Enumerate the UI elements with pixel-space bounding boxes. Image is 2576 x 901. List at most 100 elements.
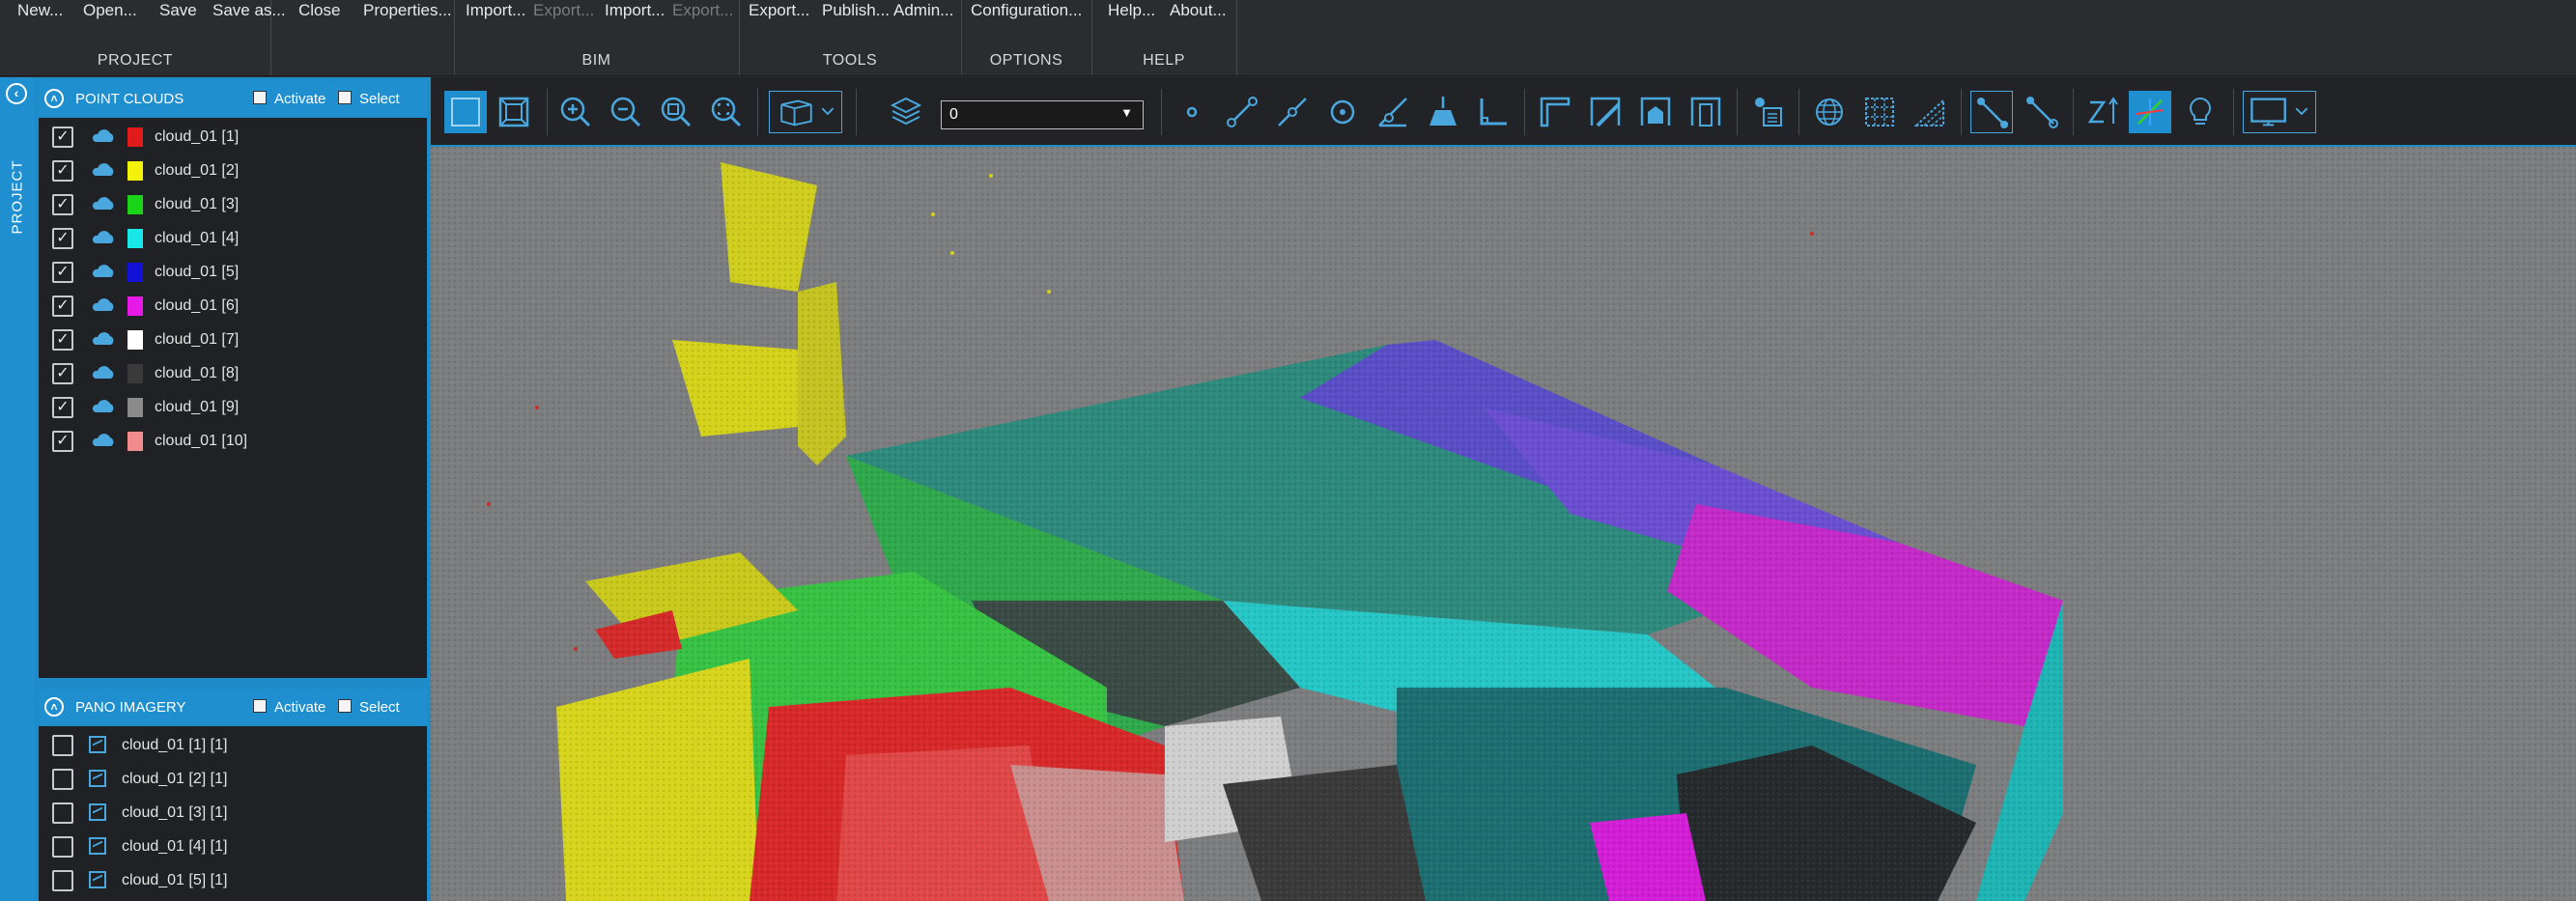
point-cloud-row[interactable]: ✓ cloud_01 [6] [39,289,427,323]
point-cloud-checkbox[interactable]: ✓ [52,397,73,418]
pano-row[interactable]: cloud_01 [4] [1] [39,830,427,863]
layer-dropdown[interactable]: 0 ▼ [941,100,1144,129]
project-side-tab[interactable]: ‹ PROJECT [0,77,35,901]
point-clouds-select-checkbox[interactable] [338,91,352,104]
point-cloud-row[interactable]: ✓ cloud_01 [5] [39,255,427,289]
ribbon-group-options: Configuration... OPTIONS [961,0,1092,75]
wall-icon[interactable] [1534,91,1576,133]
point-cloud-row[interactable]: ✓ cloud_01 [1] [39,120,427,154]
point-cloud-checkbox[interactable]: ✓ [52,228,73,249]
point-cloud-checkbox[interactable]: ✓ [52,431,73,452]
terrain-icon[interactable] [1909,91,1951,133]
sphere-mesh-icon[interactable] [1808,91,1851,133]
properties-button[interactable]: Properties... [363,0,452,21]
lightbulb-icon[interactable] [2179,91,2222,133]
zoom-out-icon[interactable] [605,91,647,133]
pano-checkbox[interactable] [52,735,73,756]
pano-row[interactable]: cloud_01 [3] [1] [39,796,427,830]
pillar-icon[interactable] [1684,91,1727,133]
zoom-in-icon[interactable] [554,91,597,133]
pano-imagery-header: ˄ PANO IMAGERY Activate Select [39,690,427,724]
point-cloud-row[interactable]: ✓ cloud_01 [2] [39,154,427,187]
point-cloud-checkbox[interactable]: ✓ [52,262,73,283]
point-cloud-row[interactable]: ✓ cloud_01 [9] [39,390,427,424]
fit-frame-icon[interactable] [493,91,535,133]
zoom-window-icon[interactable] [655,91,697,133]
axes-icon[interactable] [2129,91,2171,133]
snap-segment-icon[interactable] [2021,91,2063,133]
grid-icon[interactable] [1858,91,1901,133]
point-cloud-row[interactable]: ✓ cloud_01 [3] [39,187,427,221]
point-cloud-checkbox[interactable]: ✓ [52,194,73,215]
pano-name: cloud_01 [1] [1] [122,737,228,753]
point-cloud-checkbox[interactable]: ✓ [52,296,73,317]
pano-row[interactable]: cloud_01 [5] [1] [39,863,427,897]
point-cloud-viewport[interactable] [431,147,2576,901]
circle-icon[interactable] [1321,91,1364,133]
publish-button[interactable]: Publish... [822,0,890,21]
collapse-pano-imagery-icon[interactable]: ˄ [44,697,64,717]
wall-corner-icon[interactable] [1584,91,1627,133]
cloud-color-swatch[interactable] [127,127,143,147]
pano-checkbox[interactable] [52,769,73,790]
ribbon-group-project: New... Open... Save Save as... PROJECT [0,0,286,75]
tools-export-button[interactable]: Export... [749,0,809,21]
cloud-color-swatch[interactable] [127,398,143,417]
ribbon-group-bim: Import... Export... Import... Export... … [454,0,740,75]
point-cloud-row[interactable]: ✓ cloud_01 [8] [39,356,427,390]
save-as-button[interactable]: Save as... [212,0,286,21]
pano-row[interactable]: cloud_01 [2] [1] [39,762,427,796]
model-tree-icon[interactable] [1746,91,1789,133]
corner-icon[interactable] [1472,91,1514,133]
point-clouds-activate-checkbox[interactable] [253,91,267,104]
point-cloud-row[interactable]: ✓ cloud_01 [4] [39,221,427,255]
point-cloud-checkbox[interactable]: ✓ [52,363,73,384]
pano-activate-checkbox[interactable] [253,699,267,713]
select-tool-icon[interactable] [444,91,487,133]
pano-checkbox[interactable] [52,802,73,824]
polyline-icon[interactable] [1271,91,1314,133]
pano-checkbox[interactable] [52,836,73,858]
admin-button[interactable]: Admin... [893,0,953,21]
collapse-panel-icon[interactable]: ‹ [6,83,27,104]
pano-checkbox[interactable] [52,870,73,891]
line-icon[interactable] [1221,91,1263,133]
close-button[interactable]: Close [298,0,340,21]
cloud-color-swatch[interactable] [127,296,143,316]
cloud-color-swatch[interactable] [127,432,143,451]
save-button[interactable]: Save [159,0,197,21]
point-cloud-row[interactable]: ✓ cloud_01 [7] [39,323,427,356]
zoom-extents-icon[interactable] [705,91,748,133]
display-icon[interactable] [2243,91,2316,133]
point-icon[interactable] [1171,91,1213,133]
point-cloud-name: cloud_01 [7] [155,331,240,348]
bim-import-button[interactable]: Import... [466,0,525,21]
cloud-color-swatch[interactable] [127,330,143,350]
cloud-color-swatch[interactable] [127,263,143,282]
cloud-color-swatch[interactable] [127,195,143,214]
elevation-icon[interactable] [1422,91,1464,133]
view-cube-icon[interactable] [769,91,842,133]
point-cloud-row[interactable]: ✓ cloud_01 [10] [39,424,427,458]
z-axis-icon[interactable] [2082,91,2125,133]
cloud-color-swatch[interactable] [127,229,143,248]
about-button[interactable]: About... [1170,0,1227,21]
point-cloud-checkbox[interactable]: ✓ [52,160,73,182]
ribbon-group-label-tools: TOOLS [822,52,878,69]
open-button[interactable]: Open... [83,0,137,21]
layers-icon[interactable] [885,91,927,133]
point-cloud-checkbox[interactable]: ✓ [52,329,73,351]
collapse-point-clouds-icon[interactable]: ˄ [44,89,64,108]
pano-row[interactable]: cloud_01 [1] [1] [39,728,427,762]
angle-icon[interactable] [1372,91,1414,133]
configuration-button[interactable]: Configuration... [971,0,1082,21]
point-cloud-checkbox[interactable]: ✓ [52,127,73,148]
help-button[interactable]: Help... [1108,0,1155,21]
bim-import-2-button[interactable]: Import... [605,0,665,21]
house-icon[interactable] [1634,91,1677,133]
pano-select-checkbox[interactable] [338,699,352,713]
new-button[interactable]: New... [17,0,63,21]
snap-line-icon[interactable] [1970,91,2013,133]
cloud-color-swatch[interactable] [127,161,143,181]
cloud-color-swatch[interactable] [127,364,143,383]
